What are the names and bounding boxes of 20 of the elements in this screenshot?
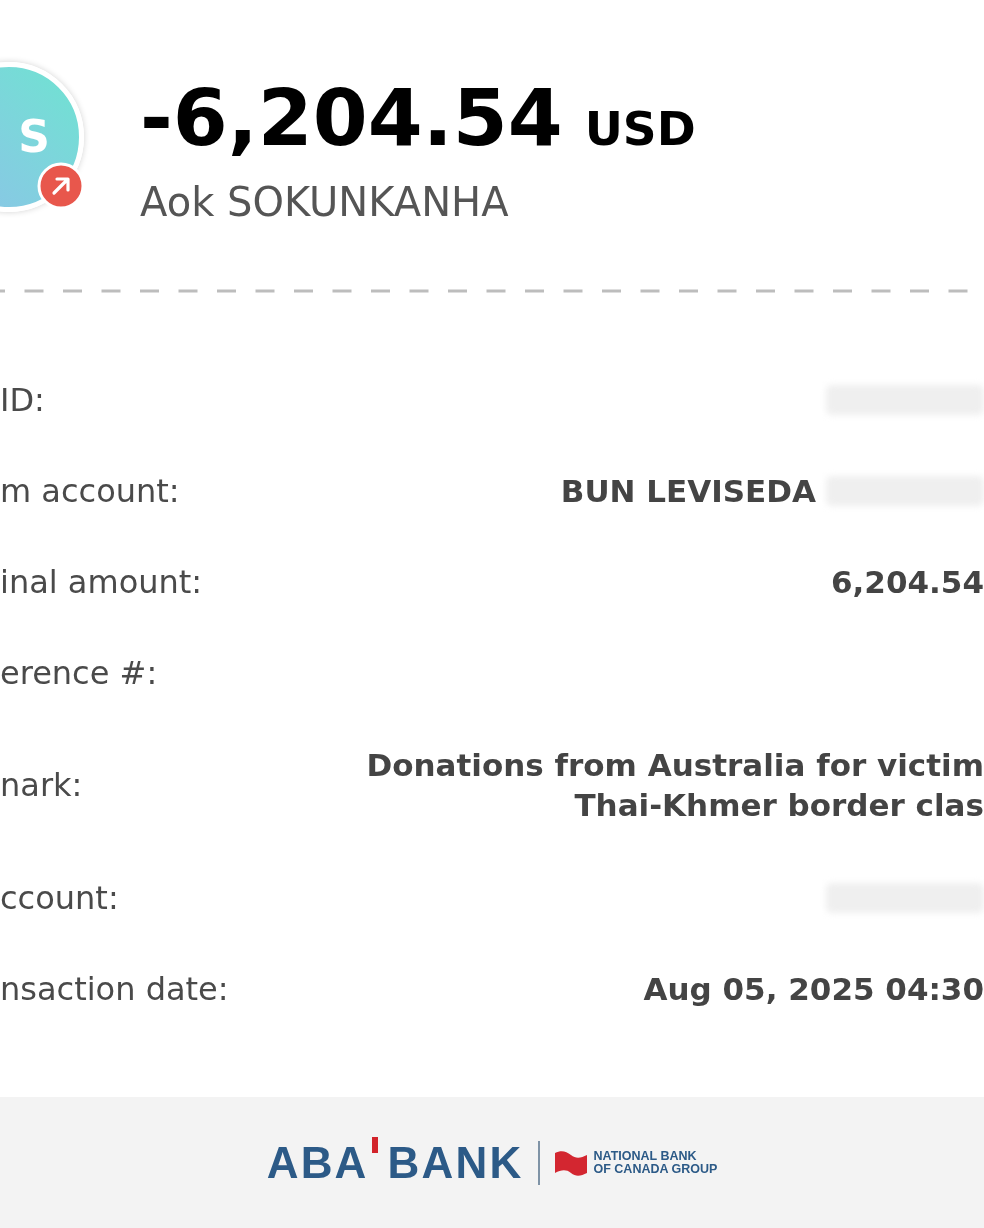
detail-label: inal amount: <box>0 561 203 602</box>
detail-label: ccount: <box>0 877 119 918</box>
detail-value: BUN LEVISEDA <box>560 471 816 511</box>
payee-name: Aok SOKUNKANHA <box>140 178 510 226</box>
logo-wordmark: ABA <box>266 1140 369 1185</box>
detail-label: ID: <box>0 379 45 420</box>
detail-value: Aug 05, 2025 04:30 <box>643 969 984 1009</box>
detail-label: m account: <box>0 470 180 511</box>
flag-icon <box>553 1148 588 1177</box>
amount-text: -6,204.54 <box>140 76 563 160</box>
detail-label: nsaction date: <box>0 968 229 1009</box>
detail-label: nark: <box>0 765 83 805</box>
remark-text: Donations from Australia for victim Thai-Khmer border clas <box>366 746 984 825</box>
logo-wordmark: BANK <box>387 1140 524 1185</box>
detail-label: erence #: <box>0 652 158 693</box>
avatar-initials: S <box>18 115 50 159</box>
group-name-text: NATIONAL BANK OF CANADA GROUP <box>593 1149 718 1176</box>
currency-text: USD <box>584 104 696 154</box>
accent-mark-icon <box>371 1136 378 1153</box>
detail-value: 6,204.54 <box>831 562 984 602</box>
